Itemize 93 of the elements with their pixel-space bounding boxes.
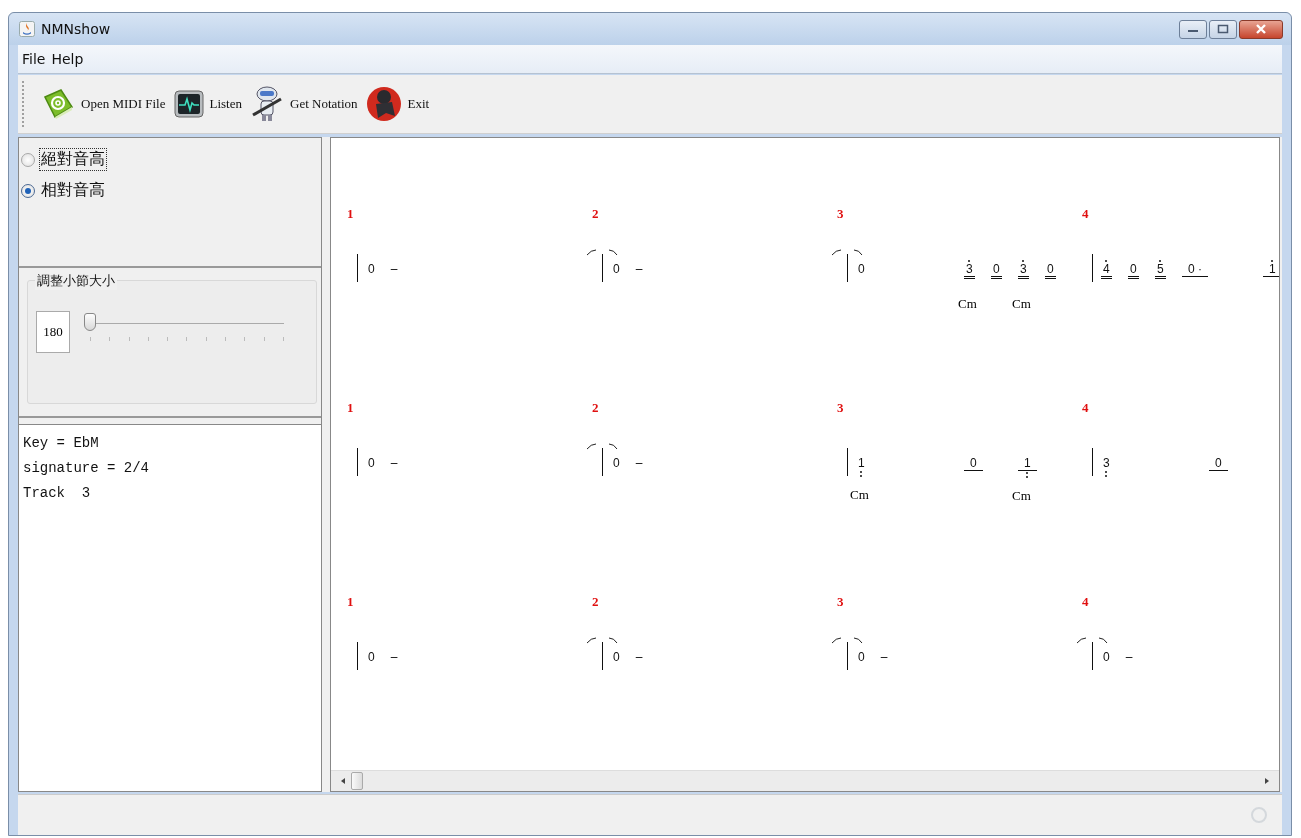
bar-line bbox=[602, 642, 603, 670]
radio-label[interactable]: 相對音高 bbox=[39, 179, 107, 202]
info-line: signature = 2/4 bbox=[23, 459, 151, 478]
measure-number: 4 bbox=[1082, 594, 1089, 610]
number-field[interactable]: 180 bbox=[36, 311, 70, 353]
measure-number: 2 bbox=[592, 206, 599, 222]
minimize-button[interactable] bbox=[1179, 19, 1207, 39]
book-icon bbox=[41, 87, 75, 121]
bar-line bbox=[357, 642, 358, 670]
scroll-right-icon[interactable] bbox=[1263, 777, 1271, 785]
measure-number: 3 bbox=[837, 594, 844, 610]
info-line: Key = EbM bbox=[23, 434, 100, 453]
dash: – bbox=[390, 262, 398, 276]
info-line: Track 3 bbox=[23, 484, 92, 503]
toolbar-grip[interactable] bbox=[22, 81, 27, 127]
note: 0 bbox=[1209, 448, 1228, 482]
app-icon bbox=[19, 21, 35, 37]
note: 0 bbox=[1102, 649, 1111, 666]
measure-number: 1 bbox=[347, 206, 354, 222]
bar-line bbox=[357, 448, 358, 476]
note: 0 · bbox=[1182, 254, 1208, 288]
bar-line bbox=[847, 254, 848, 282]
chord-label: Cm bbox=[1012, 296, 1031, 312]
info-text-area[interactable]: Key = EbM signature = 2/4 Track 3 bbox=[19, 424, 321, 791]
maximize-icon bbox=[1217, 24, 1229, 34]
group-title: 調整小節大小 bbox=[35, 272, 117, 290]
measure-number: 2 bbox=[592, 594, 599, 610]
chord-label: Cm bbox=[958, 296, 977, 312]
note: 5 bbox=[1155, 254, 1166, 290]
dash: – bbox=[635, 456, 643, 470]
measure-number: 1 bbox=[347, 594, 354, 610]
note: 0 bbox=[612, 455, 621, 472]
note: 0 bbox=[1045, 254, 1056, 290]
bar-line bbox=[602, 254, 603, 282]
note: 4 bbox=[1101, 254, 1112, 290]
close-button[interactable] bbox=[1239, 19, 1283, 39]
scroll-thumb[interactable] bbox=[351, 772, 363, 790]
note: 3 bbox=[1101, 448, 1112, 481]
note: 0 bbox=[857, 261, 866, 278]
note: 0 bbox=[367, 649, 376, 666]
note: 1 bbox=[1263, 254, 1279, 288]
measure-number: 4 bbox=[1082, 206, 1089, 222]
dash: – bbox=[635, 262, 643, 276]
horizontal-scrollbar[interactable] bbox=[331, 770, 1279, 791]
note: 0 bbox=[612, 649, 621, 666]
window-title: NMNshow bbox=[41, 21, 111, 37]
note: 3 bbox=[1018, 254, 1029, 290]
note: 0 bbox=[367, 261, 376, 278]
bar-line bbox=[847, 448, 848, 476]
dash: – bbox=[1125, 650, 1133, 664]
menu-item[interactable]: Help bbox=[51, 51, 84, 67]
bar-line bbox=[1092, 254, 1093, 282]
note: 1 bbox=[1018, 448, 1037, 482]
note: 0 bbox=[991, 254, 1002, 290]
robot-icon bbox=[250, 85, 284, 123]
note: 0 bbox=[612, 261, 621, 278]
radio-button[interactable] bbox=[21, 152, 35, 167]
dash: – bbox=[635, 650, 643, 664]
note: 0 bbox=[367, 455, 376, 472]
toolbar-button[interactable]: Listen bbox=[171, 90, 244, 118]
note: 1 bbox=[856, 448, 867, 481]
measure-number: 4 bbox=[1082, 400, 1089, 416]
menu-item[interactable]: File bbox=[22, 51, 46, 67]
chord-label: Cm bbox=[1012, 488, 1031, 504]
dark-figure-icon bbox=[365, 86, 402, 122]
close-icon bbox=[1255, 24, 1267, 34]
note: 3 bbox=[964, 254, 975, 290]
bar-line bbox=[847, 642, 848, 670]
toolbar-button[interactable]: Open MIDI File bbox=[39, 87, 168, 121]
note: 0 bbox=[964, 448, 983, 482]
dash: – bbox=[880, 650, 888, 664]
bar-line bbox=[1092, 642, 1093, 670]
dash: – bbox=[390, 650, 398, 664]
bar-line bbox=[602, 448, 603, 476]
measure-number: 3 bbox=[837, 206, 844, 222]
maximize-button[interactable] bbox=[1209, 19, 1237, 39]
ring-icon bbox=[1250, 806, 1268, 824]
bar-line bbox=[357, 254, 358, 282]
radio-label[interactable]: 絕對音高 bbox=[39, 148, 107, 171]
toolbar-button[interactable]: Exit bbox=[363, 86, 432, 122]
toolbar-button[interactable]: Get Notation bbox=[248, 85, 360, 123]
bar-line bbox=[1092, 448, 1093, 476]
measure-number: 1 bbox=[347, 400, 354, 416]
radio-button[interactable] bbox=[21, 183, 35, 198]
measure-number: 3 bbox=[837, 400, 844, 416]
measure-number: 2 bbox=[592, 400, 599, 416]
dash: – bbox=[390, 456, 398, 470]
size-slider[interactable] bbox=[84, 313, 284, 343]
chord-label: Cm bbox=[850, 487, 869, 503]
note: 0 bbox=[1128, 254, 1139, 290]
note: 0 bbox=[857, 649, 866, 666]
heartbeat-monitor-icon bbox=[173, 90, 204, 118]
scroll-left-icon[interactable] bbox=[339, 777, 347, 785]
